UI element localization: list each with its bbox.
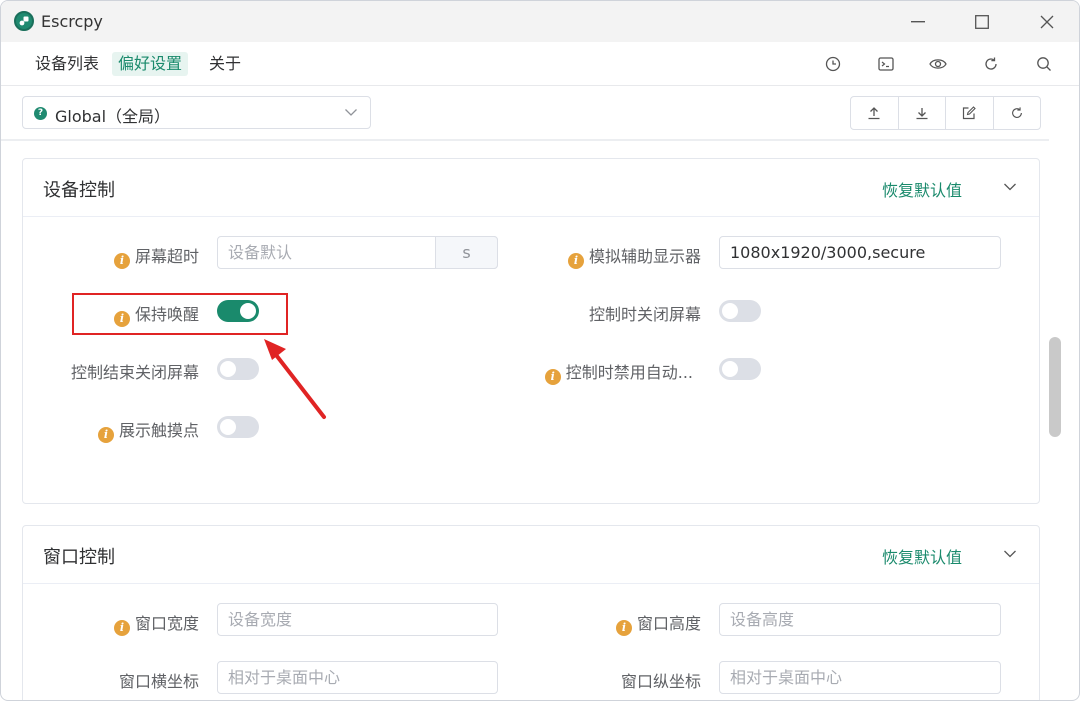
clock-icon[interactable]	[822, 53, 844, 75]
highlight-annotation-box	[72, 293, 288, 335]
window-width-label: i 窗口宽度	[113, 610, 199, 636]
import-button[interactable]	[899, 97, 946, 129]
download-icon	[916, 108, 928, 120]
info-icon[interactable]: i	[567, 253, 584, 269]
chevron-down-icon[interactable]	[1003, 547, 1017, 561]
screen-timeout-label: i 屏幕超时	[113, 243, 199, 269]
menu-device-list[interactable]: 设备列表	[29, 52, 105, 76]
scope-row: ? Global（全局）	[1, 87, 1079, 141]
window-control-header[interactable]: 窗口控制 恢复默认值	[23, 526, 1039, 584]
virtual-display-label: i 模拟辅助显示器	[567, 243, 701, 269]
refresh-icon[interactable]	[980, 53, 1002, 75]
card-title: 设备控制	[43, 180, 115, 201]
info-icon[interactable]: i	[113, 620, 130, 636]
window-title: Escrcpy	[41, 12, 103, 31]
chevron-down-icon[interactable]	[1003, 180, 1017, 194]
menu-preferences[interactable]: 偏好设置	[112, 52, 189, 76]
scope-select-value: Global（全局）	[55, 107, 171, 126]
reset-defaults-button[interactable]: 恢复默认值	[882, 177, 962, 201]
turn-off-screen-switch[interactable]	[719, 300, 761, 322]
upload-icon	[868, 107, 880, 120]
scrollbar-thumb[interactable]	[1049, 337, 1061, 437]
info-icon[interactable]: i	[615, 620, 632, 636]
menu-about[interactable]: 关于	[203, 52, 247, 76]
annotation-arrow-icon	[264, 339, 326, 419]
info-icon[interactable]: i	[544, 369, 561, 385]
reset-config-button[interactable]	[994, 97, 1041, 129]
close-icon	[1040, 15, 1054, 28]
card-title: 窗口控制	[43, 547, 115, 568]
maximize-icon	[975, 14, 989, 29]
close-button[interactable]	[1014, 1, 1079, 42]
eye-icon[interactable]	[927, 53, 949, 75]
edit-config-button[interactable]	[946, 97, 994, 129]
scope-action-group	[850, 96, 1041, 130]
info-icon[interactable]: i	[113, 253, 130, 269]
window-height-input[interactable]: 设备高度	[719, 603, 1001, 636]
toolbar-divider	[1, 139, 1049, 141]
turn-off-screen-label: 控制时关闭屏幕	[588, 305, 701, 324]
info-icon[interactable]: i	[97, 427, 114, 443]
reset-defaults-button[interactable]: 恢复默认值	[882, 544, 962, 568]
refresh-icon	[1011, 107, 1022, 118]
minimize-button[interactable]	[885, 1, 951, 42]
title-bar[interactable]: Escrcpy	[1, 1, 1079, 42]
window-x-input[interactable]: 相对于桌面中心	[217, 661, 498, 694]
search-icon[interactable]	[1033, 53, 1055, 75]
window-x-label: 窗口横坐标	[118, 672, 199, 691]
disable-auto-switch[interactable]	[719, 358, 761, 380]
window-y-input[interactable]: 相对于桌面中心	[719, 661, 1001, 694]
question-icon: ?	[34, 107, 47, 120]
app-window: Escrcpy 设备列表 偏好设置 关于 ? Global（全局） 设备控制 恢…	[0, 0, 1080, 701]
power-off-on-close-label: 控制结束关闭屏幕	[70, 363, 199, 382]
minimize-icon	[911, 20, 925, 22]
app-logo-icon	[14, 11, 34, 31]
device-control-header[interactable]: 设备控制 恢复默认值	[23, 159, 1039, 217]
window-height-label: i 窗口高度	[615, 610, 701, 636]
disable-auto-label: i 控制时禁用自动...	[544, 359, 693, 385]
window-y-label: 窗口纵坐标	[620, 672, 701, 691]
show-touches-label: i 展示触摸点	[97, 417, 199, 443]
export-button[interactable]	[851, 97, 899, 129]
maximize-button[interactable]	[949, 1, 1015, 42]
terminal-icon[interactable]	[875, 53, 897, 75]
screen-timeout-input[interactable]: 设备默认 s	[217, 236, 498, 269]
virtual-display-input[interactable]: 1080x1920/3000,secure	[719, 236, 1001, 269]
edit-icon	[963, 106, 977, 120]
show-touches-switch[interactable]	[217, 416, 259, 438]
menu-bar: 设备列表 偏好设置 关于	[1, 42, 1079, 86]
power-off-on-close-switch[interactable]	[217, 358, 259, 380]
scope-select[interactable]: ? Global（全局）	[22, 96, 371, 129]
window-width-input[interactable]: 设备宽度	[217, 603, 498, 636]
chevron-down-icon	[345, 109, 357, 116]
seconds-unit: s	[435, 236, 498, 269]
